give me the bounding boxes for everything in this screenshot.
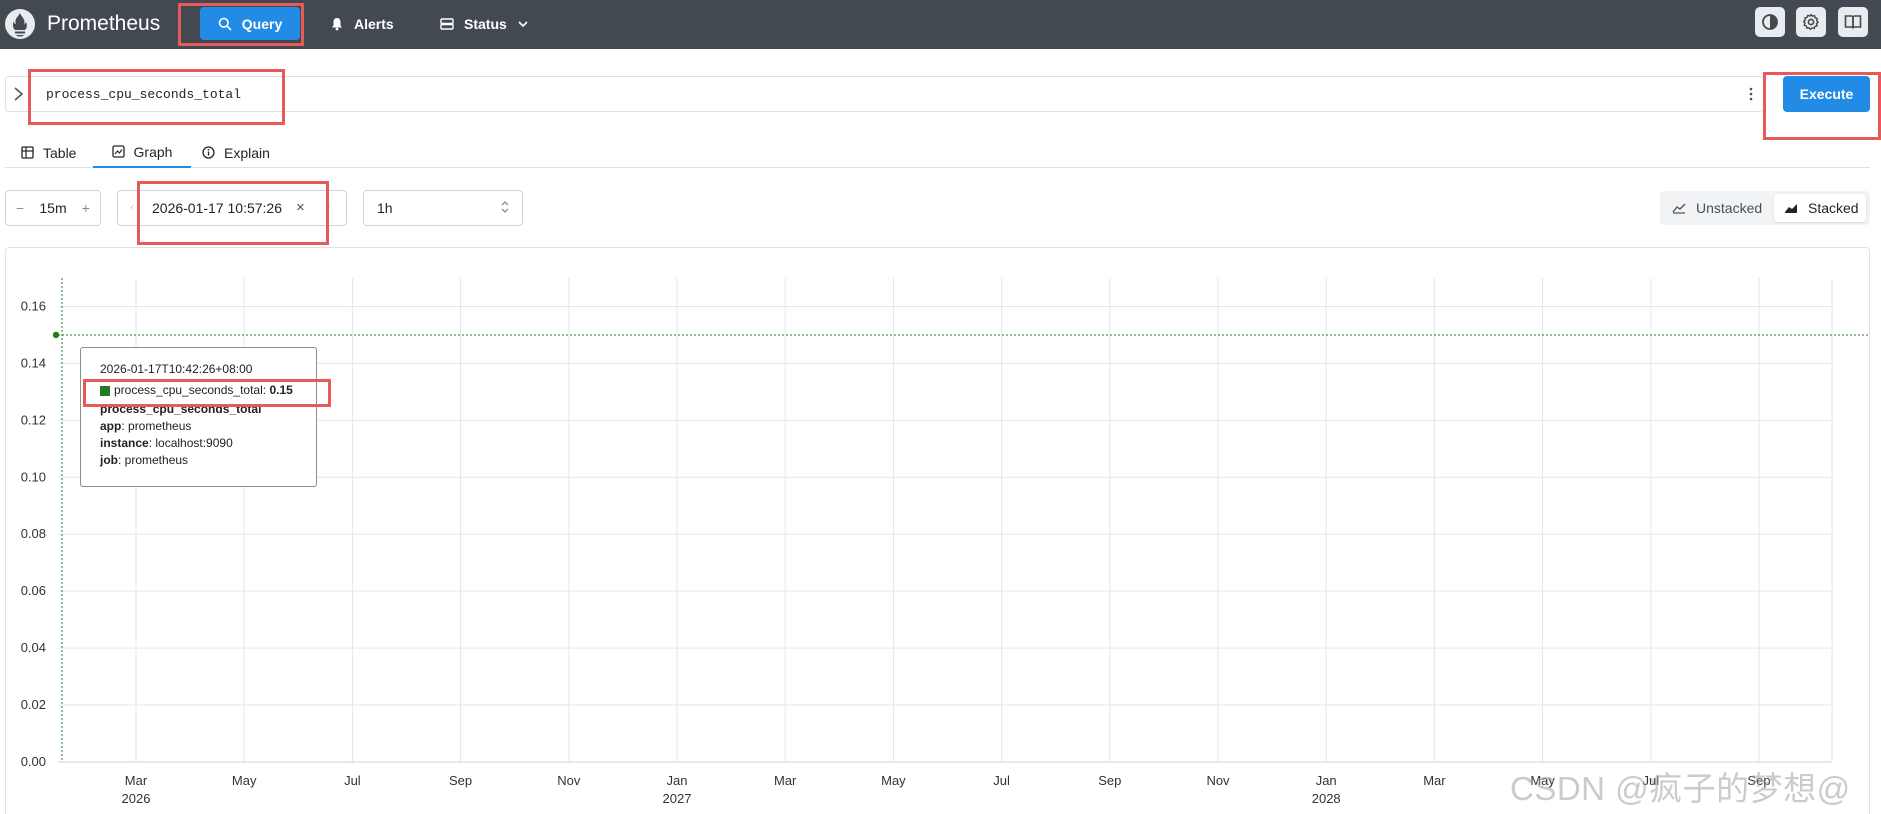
x-tick-label: Jul [993, 773, 1010, 788]
highlight-box [137, 181, 329, 245]
highlight-box [178, 3, 304, 46]
x-tick-label: Jul [344, 773, 361, 788]
unstacked-option[interactable]: Unstacked [1672, 194, 1762, 222]
chart-area-icon [111, 145, 125, 158]
chevron-down-icon [518, 20, 528, 27]
view-tabs: Table Graph Explain [5, 137, 1870, 168]
tooltip-label-row: instance: localhost:9090 [100, 436, 233, 450]
table-icon [21, 146, 34, 159]
settings-button[interactable] [1796, 7, 1826, 37]
x-tick-year-label: 2028 [1312, 791, 1341, 806]
stacked-label: Stacked [1808, 200, 1859, 216]
docs-button[interactable] [1838, 7, 1868, 37]
tab-explain[interactable]: Explain [202, 137, 270, 168]
bell-icon [332, 17, 342, 30]
range-value[interactable]: 15m [39, 200, 66, 216]
label-key: app [100, 419, 122, 433]
x-tick-label: Mar [125, 773, 148, 788]
server-icon [440, 17, 454, 30]
y-tick-label: 0.16 [21, 298, 46, 313]
y-tick-label: 0.10 [21, 469, 46, 484]
tooltip-label-row: app: prometheus [100, 419, 192, 433]
x-tick-label: Mar [774, 773, 797, 788]
brand[interactable]: Prometheus [4, 7, 160, 41]
contrast-icon [1762, 14, 1778, 30]
tab-graph-label: Graph [133, 143, 173, 160]
nav-status[interactable]: Status [440, 7, 529, 40]
tooltip-timestamp: 2026-01-17T10:42:26+08:00 [100, 362, 253, 376]
y-tick-label: 0.00 [21, 754, 46, 769]
gear-icon [1802, 13, 1819, 31]
x-tick-year-label: 2027 [663, 791, 692, 806]
label-key: job [100, 453, 118, 467]
y-tick-label: 0.08 [21, 526, 46, 541]
tab-table[interactable]: Table [21, 137, 76, 168]
x-tick-label: Nov [557, 773, 581, 788]
selector-arrows-icon [501, 201, 509, 213]
highlight-box [1763, 72, 1881, 140]
stacking-toggle: Unstacked Stacked [1660, 191, 1870, 225]
stacked-option[interactable]: Stacked [1774, 194, 1866, 222]
resolution-select[interactable]: 1h [363, 190, 523, 226]
y-tick-label: 0.04 [21, 640, 46, 655]
nav-status-label: Status [464, 15, 507, 32]
label-value: prometheus [128, 419, 192, 433]
y-tick-label: 0.02 [21, 697, 46, 712]
increase-range-button[interactable]: + [82, 200, 90, 216]
info-circle-icon [202, 146, 215, 159]
graph-panel: 0.00 0.02 0.04 0.06 0.08 0.10 0.12 0.14 0.16 Mar 2… [5, 247, 1870, 814]
y-tick-label: 0.06 [21, 583, 46, 598]
x-tick-label: Nov [1206, 773, 1230, 788]
tab-graph[interactable]: Graph [93, 137, 191, 168]
tab-table-label: Table [43, 144, 77, 161]
brand-name: Prometheus [47, 12, 161, 35]
tooltip-label-row: job: prometheus [100, 453, 189, 467]
dots-vertical-icon[interactable] [1749, 86, 1753, 102]
nav-alerts[interactable]: Alerts [330, 7, 394, 40]
x-tick-year-label: 2026 [122, 791, 151, 806]
label-value: localhost:9090 [155, 436, 233, 450]
range-control: − 15m + [5, 190, 101, 226]
label-value: prometheus [124, 453, 189, 467]
chevron-left-icon[interactable]: ‹ [130, 199, 134, 214]
x-tick-label: Sep [1098, 773, 1121, 788]
prometheus-logo-icon [5, 9, 35, 39]
chart-tooltip: 2026-01-17T10:42:26+08:00 process_cpu_se… [80, 347, 317, 487]
chart-line-icon [1672, 203, 1686, 214]
x-tick-label: May [232, 773, 257, 788]
x-tick-label: Jan [667, 773, 688, 788]
x-tick-label: Sep [449, 773, 472, 788]
chevron-right-icon [14, 87, 24, 101]
highlight-box [83, 379, 331, 407]
book-icon [1844, 15, 1862, 29]
highlight-box [28, 69, 285, 125]
time-series-chart[interactable]: 0.00 0.02 0.04 0.06 0.08 0.10 0.12 0.14 0.16 Mar 2… [6, 248, 1869, 814]
resolution-value: 1h [377, 200, 393, 216]
y-tick-label: 0.12 [21, 412, 46, 427]
x-tick-label: May [881, 773, 906, 788]
data-point [52, 331, 60, 339]
label-key: instance [100, 436, 149, 450]
x-tick-label: Mar [1423, 773, 1446, 788]
chart-area-stacked-icon [1785, 204, 1797, 213]
decrease-range-button[interactable]: − [16, 200, 24, 216]
watermark: CSDN @疯子的梦想@ [1510, 770, 1851, 807]
y-tick-label: 0.14 [21, 355, 46, 370]
unstacked-label: Unstacked [1696, 200, 1763, 216]
tab-explain-label: Explain [224, 144, 270, 161]
theme-toggle-button[interactable] [1755, 7, 1785, 37]
nav-alerts-label: Alerts [354, 15, 394, 32]
x-tick-label: Jan [1316, 773, 1337, 788]
